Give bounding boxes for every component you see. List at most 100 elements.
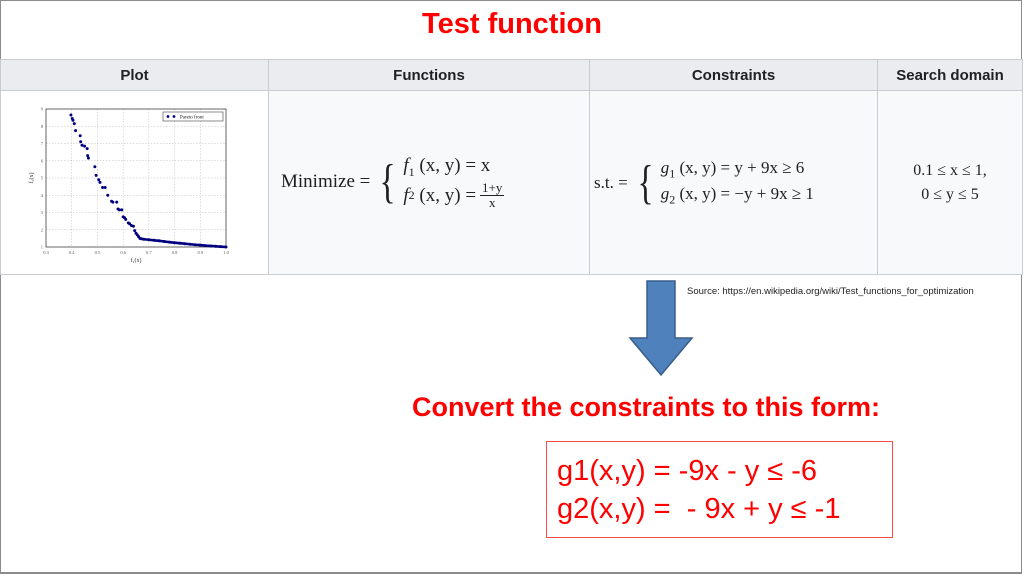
data-point <box>74 129 78 133</box>
data-point <box>98 180 102 184</box>
header-search-domain: Search domain <box>877 59 1023 91</box>
f1-equation: f1 (x, y) = x <box>403 155 504 180</box>
legend-marker <box>172 115 176 118</box>
converted-constraints-box: g1(x,y) = -9x - y ≤ -6 g2(x,y) = - 9x + y… <box>546 441 893 538</box>
fraction-denominator: x <box>488 195 496 211</box>
g1-equation: g1 (x, y) = y + 9x ≥ 6 <box>661 158 814 181</box>
data-point <box>86 156 90 160</box>
header-constraints: Constraints <box>589 59 878 91</box>
data-point <box>69 113 73 117</box>
g2-symbol: g <box>660 183 670 203</box>
function-cases: f1 (x, y) = x f2 (x, y) = 1+y x <box>403 155 505 211</box>
data-point <box>72 122 76 126</box>
left-brace: { <box>379 155 396 209</box>
st-label: s.t. = <box>594 172 628 192</box>
y-tick-label: 1 <box>41 245 43 250</box>
table-row: 0.3 0.4 0.5 0.6 0.7 0.8 0.9 1.0 1 2 3 4 5 6 7 8 9 Paret… <box>0 90 1023 275</box>
down-arrow-icon <box>628 280 694 377</box>
f2-equation: f2 (x, y) = 1+y x <box>403 180 505 211</box>
f1-body: (x, y) = x <box>419 154 491 176</box>
objective-functions: Minimize = { f1 (x, y) = x f2 (x, y) = 1+… <box>269 155 589 211</box>
f1-subscript: 1 <box>408 164 415 179</box>
data-point <box>131 224 135 228</box>
data-point <box>85 147 89 151</box>
data-point <box>101 185 105 189</box>
g1-body: (x, y) = y + 9x ≥ 6 <box>679 158 805 178</box>
y-tick-label: 6 <box>41 158 44 163</box>
x-domain: 0.1 ≤ x ≤ 1, <box>913 161 987 179</box>
chart-grid <box>45 108 227 248</box>
source-citation: Source: https://en.wikipedia.org/wiki/Te… <box>687 286 974 297</box>
table-header-row: Plot Functions Constraints Search domain <box>0 59 1023 91</box>
y-tick-label: 7 <box>41 141 44 146</box>
y-tick-label: 8 <box>41 124 44 129</box>
data-point <box>93 165 97 169</box>
data-point <box>97 178 101 182</box>
constraint-equations: s.t. = { g1 (x, y) = y + 9x ≥ 6 g2 (x, y… <box>590 158 877 207</box>
g2-equation: g2 (x, y) = −y + 9x ≥ 1 <box>661 184 814 207</box>
y-tick-label: 5 <box>41 176 44 181</box>
data-point <box>115 200 119 204</box>
y-tick-label: 2 <box>41 227 43 232</box>
x-axis-label: f₁(x) <box>130 257 141 264</box>
g1-subscript: 1 <box>669 166 676 181</box>
data-point <box>80 143 84 147</box>
x-tick-label: 0.8 <box>172 250 178 255</box>
data-point <box>83 144 87 148</box>
header-functions: Functions <box>268 59 590 91</box>
y-axis-ticks: 1 2 3 4 5 6 7 8 9 <box>41 107 44 250</box>
g1-symbol: g <box>660 158 670 178</box>
data-point <box>117 208 121 212</box>
y-tick-label: 3 <box>41 210 44 215</box>
y-domain: 0 ≤ y ≤ 5 <box>921 185 979 203</box>
plot-cell: 0.3 0.4 0.5 0.6 0.7 0.8 0.9 1.0 1 2 3 4 5 6 7 8 9 Paret… <box>0 90 269 275</box>
constraint-cases: g1 (x, y) = y + 9x ≥ 6 g2 (x, y) = −y + … <box>661 158 814 207</box>
search-domain: 0.1 ≤ x ≤ 1, 0 ≤ y ≤ 5 <box>878 159 1022 207</box>
chart-legend: Pareto front <box>162 111 224 122</box>
data-point <box>120 208 124 212</box>
header-plot: Plot <box>0 59 269 91</box>
pareto-front-chart: 0.3 0.4 0.5 0.6 0.7 0.8 0.9 1.0 1 2 3 4 5 6 7 8 9 Paret… <box>28 107 230 265</box>
f2-body: (x, y) = <box>419 184 477 206</box>
search-domain-cell: 0.1 ≤ x ≤ 1, 0 ≤ y ≤ 5 <box>877 90 1023 275</box>
data-point <box>71 118 75 122</box>
x-tick-label: 0.3 <box>43 250 49 255</box>
constraints-cell: s.t. = { g1 (x, y) = y + 9x ≥ 6 g2 (x, y… <box>589 90 878 275</box>
y-axis-label: f₂(x) <box>28 172 35 183</box>
series-line <box>139 237 227 249</box>
legend-entry-pareto-front: Pareto front <box>180 116 204 121</box>
data-point <box>133 229 137 233</box>
x-tick-label: 0.7 <box>146 250 152 255</box>
convert-heading: Convert the constraints to this form: <box>412 392 881 422</box>
data-point <box>86 154 90 158</box>
f2-fraction: 1+y x <box>480 180 505 211</box>
y-tick-label: 9 <box>41 107 44 112</box>
fraction-numerator: 1+y <box>480 180 505 197</box>
g2-body: (x, y) = −y + 9x ≥ 1 <box>679 183 814 203</box>
data-point <box>103 185 107 189</box>
data-point <box>79 140 83 144</box>
data-point <box>111 200 115 204</box>
functions-cell: Minimize = { f1 (x, y) = x f2 (x, y) = 1+… <box>268 90 590 275</box>
x-tick-label: 1.0 <box>223 250 229 255</box>
test-function-table: Plot Functions Constraints Search domain… <box>0 59 1023 275</box>
g2-subscript: 2 <box>669 191 676 206</box>
slide-title: Test function <box>422 8 602 40</box>
f2-subscript: 2 <box>408 188 415 203</box>
converted-g1: g1(x,y) = -9x - y ≤ -6 <box>557 455 818 487</box>
x-tick-label: 0.5 <box>95 250 101 255</box>
left-brace: { <box>637 155 654 209</box>
chart-series-pareto-front <box>69 113 228 249</box>
converted-g2: g2(x,y) = - 9x + y ≤ -1 <box>557 493 841 525</box>
data-point <box>78 134 82 138</box>
data-point <box>124 217 128 221</box>
legend-marker <box>166 115 170 118</box>
x-tick-label: 0.4 <box>69 250 75 255</box>
x-axis-ticks: 0.3 0.4 0.5 0.6 0.7 0.8 0.9 1.0 <box>43 250 229 255</box>
x-tick-label: 0.6 <box>120 250 126 255</box>
minimize-label: Minimize = <box>281 171 371 193</box>
y-tick-label: 4 <box>41 193 44 198</box>
data-point <box>106 193 110 197</box>
data-point <box>94 173 98 177</box>
x-tick-label: 0.9 <box>197 250 203 255</box>
